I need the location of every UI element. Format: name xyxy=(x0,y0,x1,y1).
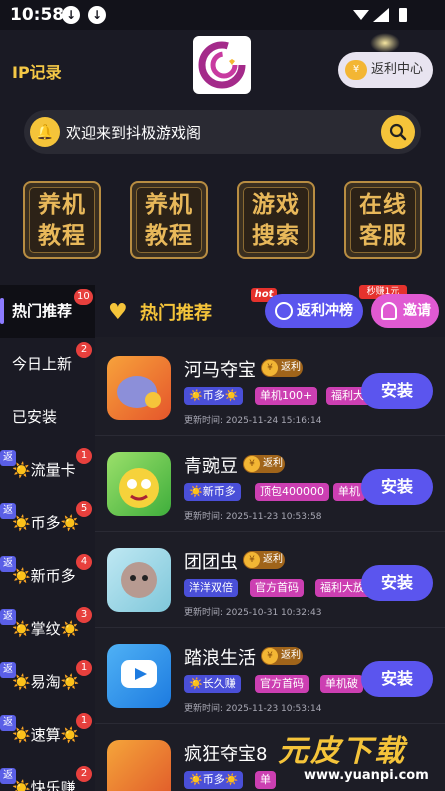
game-row[interactable]: 团团虫 ¥ 返利 洋洋双倍 官方首码 福利大放送 更新时间: 2025-10-31… xyxy=(95,532,445,628)
rebate-badge: ¥ 返利 xyxy=(261,647,303,665)
status-time: 10:58 xyxy=(10,5,65,25)
game-row[interactable]: 踏浪生活 ¥ 返利 ☀️长久赚 官方首码 单机破 更新时间: 2025-11-23… xyxy=(95,628,445,724)
bell-icon: 🔔 xyxy=(30,117,60,147)
rebate-badge: ¥ 返利 xyxy=(243,551,285,569)
game-name: 团团虫 xyxy=(184,552,238,573)
game-row[interactable]: 河马夺宝 ¥ 返利 ☀️币多☀️ 单机100+ 福利大放送 更新时间: 2025-… xyxy=(95,340,445,436)
rebate-badge: ¥ 返利 xyxy=(261,359,303,377)
install-button[interactable]: 安装 xyxy=(361,661,433,697)
coin-icon: ¥ xyxy=(345,60,367,80)
watermark: 元皮下载 www.yuanpi.com xyxy=(264,718,445,791)
game-tag: ☀️币多☀️ xyxy=(184,387,244,405)
app-logo xyxy=(193,36,251,94)
game-tag: ☀️新币多 xyxy=(184,483,241,501)
search-icon xyxy=(389,123,407,141)
search-bar[interactable]: 🔔 欢迎来到抖极游戏阁 xyxy=(24,110,421,154)
watermark-url: www.yuanpi.com xyxy=(304,768,429,783)
count-badge: 1 xyxy=(76,660,92,676)
game-name: 河马夺宝 xyxy=(184,360,256,381)
game-tag: ☀️长久赚 xyxy=(184,675,241,693)
count-badge: 3 xyxy=(76,607,92,623)
sidebar-item-quick-calc[interactable]: 返 ☀️速算☀️ 1 xyxy=(0,709,95,762)
update-time: 更新时间: 2025-11-23 10:53:58 xyxy=(184,512,322,522)
count-badge: 10 xyxy=(74,289,93,305)
game-tag: 顶包400000 xyxy=(255,483,329,501)
customer-service-tile[interactable]: 在线 客服 xyxy=(344,181,422,259)
game-name: 青豌豆 xyxy=(184,456,238,477)
game-icon xyxy=(107,452,171,516)
rebate-center-label: 返利中心 xyxy=(371,62,424,77)
invite-button[interactable]: 邀请 xyxy=(371,294,439,328)
game-icon xyxy=(107,740,171,791)
game-tag: 单机破 xyxy=(320,675,363,693)
sidebar-item-hot[interactable]: 热门推荐 10 xyxy=(0,285,95,338)
game-row[interactable]: 青豌豆 ¥ 返利 ☀️新币多 顶包400000 单机 更新时间: 2025-11-… xyxy=(95,436,445,532)
rebate-center-button[interactable]: ¥ 返利中心 xyxy=(338,52,433,88)
sidebar-item-data-card[interactable]: 返 ☀️流量卡 1 xyxy=(0,444,95,497)
game-tag: 官方首码 xyxy=(255,675,309,693)
sidebar-item-yitao[interactable]: 返 ☀️易淘☀️ 1 xyxy=(0,656,95,709)
status-icons xyxy=(351,6,411,28)
install-button[interactable]: 安装 xyxy=(361,565,433,601)
update-time: 更新时间: 2025-10-31 10:32:43 xyxy=(184,608,322,618)
app-screen: 10:58 ↓ ↓ IP记录 ¥ 返利中心 🔔 欢迎来到抖极游戏阁 养机 教程 … xyxy=(0,0,445,791)
sidebar-item-happy-earn[interactable]: 返 ☀️快乐赚 2 xyxy=(0,762,95,791)
header: IP记录 ¥ 返利中心 🔔 欢迎来到抖极游戏阁 养机 教程 养机 教程 游戏 搜… xyxy=(0,30,445,285)
download-icon: ↓ xyxy=(62,6,80,24)
game-name: 疯狂夺宝8 xyxy=(184,744,268,765)
count-badge: 4 xyxy=(76,554,92,570)
category-sidebar: 热门推荐 10 今日上新 2 已安装 返 ☀️流量卡 1 返 ☀️币多☀️ 5 … xyxy=(0,285,95,791)
signal-icon xyxy=(373,8,389,22)
game-name: 踏浪生活 xyxy=(184,648,256,669)
game-icon xyxy=(107,356,171,420)
sidebar-item-coins[interactable]: 返 ☀️币多☀️ 5 xyxy=(0,497,95,550)
sidebar-item-installed[interactable]: 已安装 xyxy=(0,391,95,444)
section-header: ♥ 热门推荐 hot 返利冲榜 秒赚1元 邀请 xyxy=(95,285,445,337)
game-tag: 洋洋双倍 xyxy=(184,579,238,597)
game-search-tile[interactable]: 游戏 搜索 xyxy=(237,181,315,259)
sidebar-item-new-coins[interactable]: 返 ☀️新币多 4 xyxy=(0,550,95,603)
game-tag: 官方首码 xyxy=(250,579,304,597)
sidebar-item-new-today[interactable]: 今日上新 2 xyxy=(0,338,95,391)
count-badge: 1 xyxy=(76,713,92,729)
tutorial-tile-2[interactable]: 养机 教程 xyxy=(130,181,208,259)
rebate-rush-button[interactable]: 返利冲榜 xyxy=(265,294,363,328)
count-badge: 1 xyxy=(76,448,92,464)
rebate-badge: ¥ 返利 xyxy=(243,455,285,473)
sidebar-item-palm[interactable]: 返 ☀️掌纹☀️ 3 xyxy=(0,603,95,656)
trophy-icon xyxy=(275,302,293,320)
install-button[interactable]: 安装 xyxy=(361,373,433,409)
count-badge: 2 xyxy=(76,342,92,358)
crown-icon xyxy=(370,33,400,53)
heart-icon: ♥ xyxy=(108,300,128,325)
battery-icon xyxy=(399,8,407,22)
section-title: 热门推荐 xyxy=(140,303,212,324)
ip-record-link[interactable]: IP记录 xyxy=(12,59,62,83)
download-icon: ↓ xyxy=(88,6,106,24)
update-time: 更新时间: 2025-11-24 15:16:14 xyxy=(184,416,322,426)
game-tag: ☀️币多☀️ xyxy=(184,771,244,789)
wifi-icon xyxy=(353,10,369,20)
game-tag: 单机100+ xyxy=(255,387,318,405)
tutorial-tile-1[interactable]: 养机 教程 xyxy=(23,181,101,259)
search-button[interactable] xyxy=(381,115,415,149)
search-placeholder: 欢迎来到抖极游戏阁 xyxy=(66,124,202,142)
install-button[interactable]: 安装 xyxy=(361,469,433,505)
user-icon xyxy=(381,302,397,320)
game-icon xyxy=(107,548,171,612)
count-badge: 5 xyxy=(76,501,92,517)
watermark-text: 元皮下载 xyxy=(278,734,406,769)
game-icon xyxy=(107,644,171,708)
update-time: 更新时间: 2025-11-23 10:53:14 xyxy=(184,704,322,714)
count-badge: 2 xyxy=(76,766,92,782)
game-list-panel: ♥ 热门推荐 hot 返利冲榜 秒赚1元 邀请 河马夺宝 ¥ 返利 ☀️币多☀️ … xyxy=(95,285,445,791)
status-bar: 10:58 ↓ ↓ xyxy=(0,0,445,30)
